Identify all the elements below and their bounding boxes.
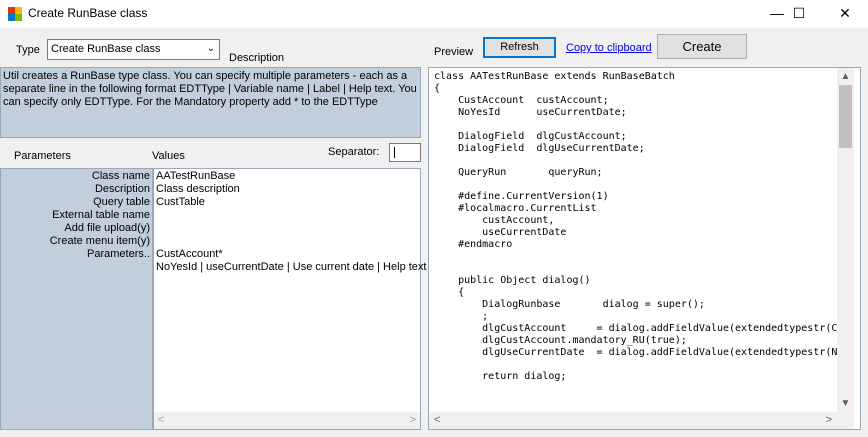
param-name-class-name: Class name bbox=[91, 170, 150, 182]
values-horizontal-scrollbar[interactable]: < > bbox=[154, 412, 420, 429]
scrollbar-corner bbox=[837, 412, 854, 429]
param-name-add-file-upload: Add file upload(y) bbox=[64, 222, 150, 234]
chevron-right-icon[interactable]: > bbox=[410, 414, 416, 426]
refresh-button[interactable]: Refresh bbox=[483, 37, 556, 58]
param-value-parameters-line2: NoYesId | useCurrentDate | Use current d… bbox=[156, 261, 427, 273]
chevron-right-icon[interactable]: > bbox=[826, 414, 832, 426]
code-vertical-scrollbar[interactable]: ▲ ▼ bbox=[837, 68, 854, 412]
chevron-left-icon[interactable]: < bbox=[158, 414, 164, 426]
param-value-parameters: CustAccount* bbox=[156, 248, 223, 260]
parameter-names-panel: Class name Description Query table Exter… bbox=[0, 168, 153, 430]
description-box[interactable]: Util creates a RunBase type class. You c… bbox=[0, 67, 421, 138]
preview-label: Preview bbox=[434, 46, 474, 58]
chevron-down-icon: ⌄ bbox=[206, 43, 215, 54]
type-select-value: Create RunBase class bbox=[51, 43, 161, 55]
type-select[interactable]: Create RunBase class ⌄ bbox=[47, 39, 220, 60]
separator-label: Separator: bbox=[328, 146, 380, 158]
param-value-query-table: CustTable bbox=[156, 196, 205, 208]
param-name-external-table: External table name bbox=[52, 209, 150, 221]
code-text: class AATestRunBase extends RunBaseBatch… bbox=[434, 71, 838, 382]
param-name-create-menu-item: Create menu item(y) bbox=[49, 235, 150, 247]
param-value-description: Class description bbox=[156, 183, 240, 195]
description-label: Description bbox=[229, 52, 285, 64]
maximize-button[interactable]: ☐ bbox=[776, 0, 822, 28]
scrollbar-thumb[interactable] bbox=[839, 85, 852, 148]
chevron-up-icon[interactable]: ▲ bbox=[837, 68, 854, 85]
close-button[interactable]: ✕ bbox=[822, 0, 868, 28]
chevron-left-icon[interactable]: < bbox=[434, 414, 440, 426]
window-title: Create RunBase class bbox=[28, 6, 148, 20]
param-name-description: Description bbox=[94, 183, 150, 195]
param-name-parameters: Parameters.. bbox=[87, 248, 150, 260]
app-icon bbox=[8, 7, 22, 21]
values-label: Values bbox=[152, 150, 185, 162]
parameters-label: Parameters bbox=[14, 150, 71, 162]
copy-to-clipboard-link[interactable]: Copy to clipboard bbox=[566, 42, 652, 54]
parameter-values-editor[interactable]: AATestRunBase Class description CustTabl… bbox=[153, 168, 426, 430]
chevron-down-icon[interactable]: ▼ bbox=[837, 395, 854, 412]
type-label: Type bbox=[16, 44, 40, 56]
param-name-query-table: Query table bbox=[93, 196, 150, 208]
create-button[interactable]: Create bbox=[657, 34, 747, 59]
separator-input[interactable] bbox=[389, 143, 421, 162]
code-horizontal-scrollbar[interactable]: < > bbox=[429, 412, 837, 429]
param-value-class-name: AATestRunBase bbox=[156, 170, 236, 182]
code-preview[interactable]: class AATestRunBase extends RunBaseBatch… bbox=[428, 67, 861, 430]
text-caret bbox=[394, 147, 395, 158]
